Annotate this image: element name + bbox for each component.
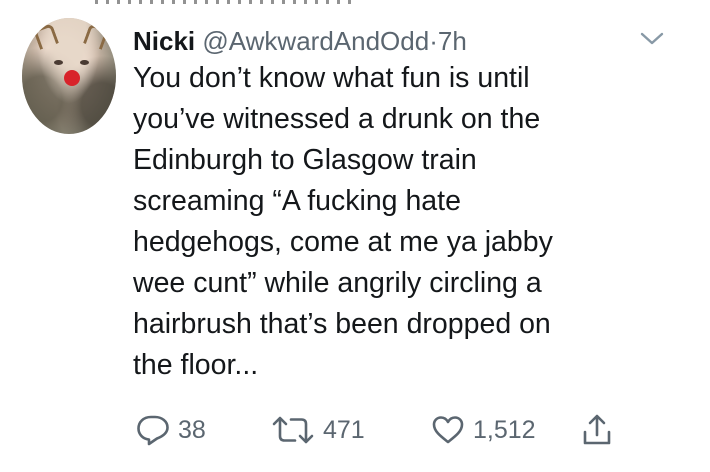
avatar-eye — [54, 60, 63, 65]
separator-dot: · — [429, 26, 438, 56]
tweet-text-line: Edinburgh to Glasgow train — [133, 144, 477, 176]
avatar[interactable] — [22, 18, 116, 134]
timestamp[interactable]: 7h — [438, 26, 467, 56]
retweet-count: 471 — [323, 415, 365, 444]
reply-icon — [137, 415, 169, 446]
avatar-eye — [80, 60, 89, 65]
share-button[interactable] — [582, 412, 612, 448]
tweet-text-line: You don’t know what fun is until — [133, 62, 530, 94]
chevron-down-icon[interactable] — [639, 30, 665, 48]
reply-count: 38 — [178, 415, 206, 444]
tweet-header: Nicki @AwkwardAndOdd·7h — [133, 26, 467, 56]
tweet-text-line: hairbrush that’s been dropped on — [133, 308, 551, 340]
share-icon — [583, 414, 611, 445]
tweet-text: You don’t know what fun is until you’ve … — [133, 58, 663, 386]
divider — [95, 0, 355, 4]
like-button[interactable]: 1,512 — [431, 412, 536, 448]
tweet-text-line: the floor... — [133, 349, 259, 381]
like-count: 1,512 — [473, 415, 536, 444]
tweet-text-line: hedgehogs, come at me ya jabby — [133, 226, 553, 258]
retweet-icon — [272, 416, 314, 444]
tweet-text-line: wee cunt” while angrily circling a — [133, 267, 542, 299]
retweet-button[interactable]: 471 — [271, 412, 365, 448]
reply-button[interactable]: 38 — [136, 412, 206, 448]
heart-icon — [432, 416, 464, 444]
tweet-text-line: screaming “A fucking hate — [133, 185, 461, 217]
tweet-text-line: you’ve witnessed a drunk on the — [133, 103, 541, 135]
author-handle[interactable]: @AwkwardAndOdd — [202, 26, 429, 56]
author-name[interactable]: Nicki — [133, 26, 195, 56]
reindeer-nose — [64, 70, 80, 86]
